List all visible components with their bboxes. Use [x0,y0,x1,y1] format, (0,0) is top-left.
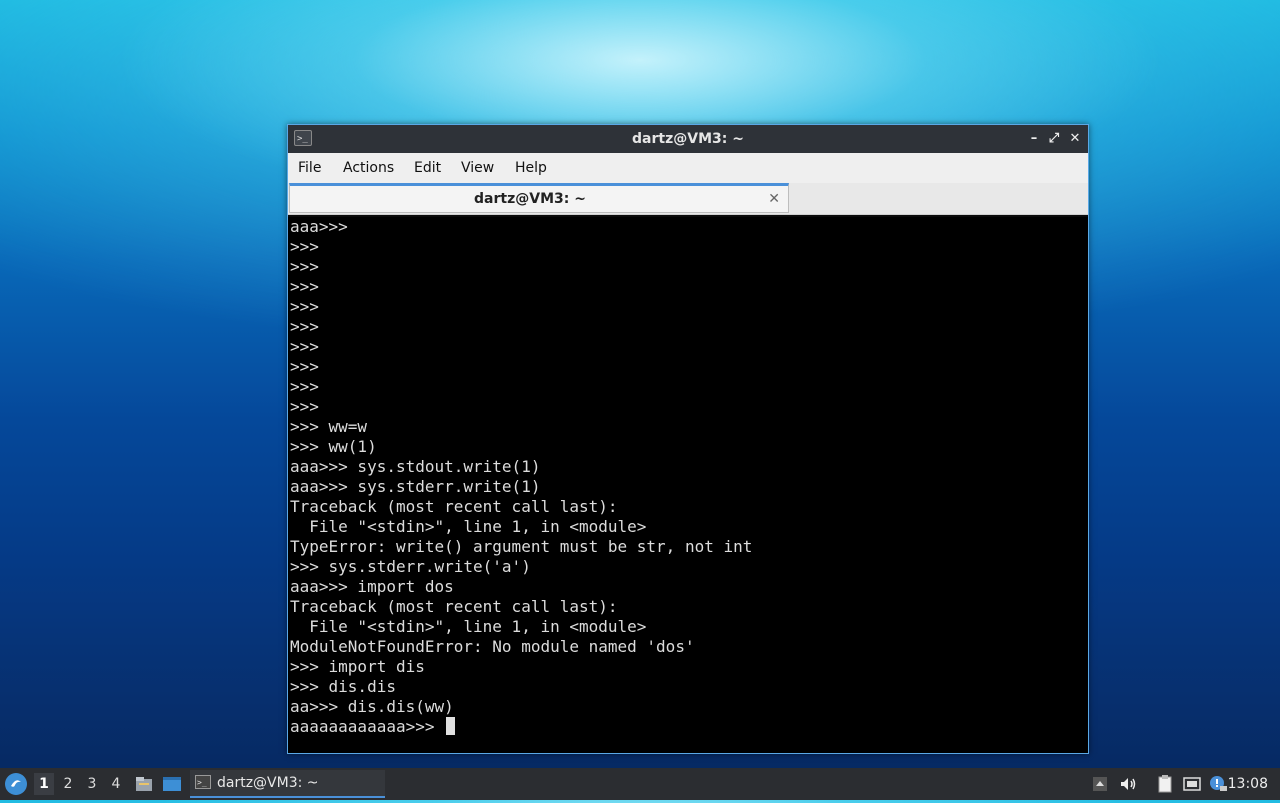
minimize-button[interactable]: – [1026,131,1042,147]
window-titlebar[interactable]: >_ dartz@VM3: ~ – ⤢ ✕ [288,125,1088,153]
terminal-line: aa>>> dis.dis(ww) [290,697,454,716]
terminal-prompt-line[interactable]: aaaaaaaaaaaa>>> [290,717,1088,737]
taskbar: 1 2 3 4 >_ dartz@VM3: ~ 13:08 [0,768,1280,800]
menu-help[interactable]: Help [515,153,547,183]
clock[interactable]: 13:08 [1228,768,1268,800]
menu-edit[interactable]: Edit [414,153,441,183]
terminal-line: >>> dis.dis [290,677,396,696]
prompt-text: aaaaaaaaaaaa>>> [290,717,445,736]
terminal-line: >>> [290,377,319,396]
terminal-line: >>> [290,257,319,276]
menu-actions[interactable]: Actions [343,153,394,183]
terminal-line: File "<stdin>", line 1, in <module> [290,517,647,536]
tab-terminal[interactable]: dartz@VM3: ~ ✕ [289,183,789,213]
tab-bar: dartz@VM3: ~ ✕ [288,183,1088,215]
start-menu-icon[interactable] [5,773,27,795]
menu-file[interactable]: File [298,153,321,183]
menu-view[interactable]: View [461,153,494,183]
show-desktop-icon[interactable] [162,774,182,794]
workspace-3[interactable]: 3 [82,773,102,795]
terminal-line: ModuleNotFoundError: No module named 'do… [290,637,695,656]
terminal-line: >>> [290,357,319,376]
terminal-line: >>> [290,237,319,256]
tray-expand-icon[interactable] [1090,774,1110,794]
clipboard-icon[interactable] [1155,774,1175,794]
close-button[interactable]: ✕ [1067,131,1083,147]
maximize-button[interactable]: ⤢ [1046,131,1062,147]
terminal-line: aaa>>> sys.stdout.write(1) [290,457,541,476]
terminal-line: aaa>>> [290,217,348,236]
terminal-window: >_ dartz@VM3: ~ – ⤢ ✕ File Actions Edit … [287,124,1089,754]
notification-icon[interactable] [1208,774,1228,794]
terminal-line: >>> [290,297,319,316]
terminal-line: >>> [290,397,319,416]
tab-label: dartz@VM3: ~ [474,191,586,207]
terminal-line: >>> ww(1) [290,437,377,456]
taskbar-terminal-task[interactable]: >_ dartz@VM3: ~ [190,770,385,798]
terminal-line: >>> ww=w [290,417,368,436]
terminal-output[interactable]: aaa>>> >>> >>> >>> >>> >>> >>> >>> >>> >… [288,217,1088,753]
tab-close-icon[interactable]: ✕ [768,186,780,213]
terminal-line: >>> [290,277,319,296]
terminal-line: >>> [290,317,319,336]
network-icon[interactable] [1182,774,1202,794]
text-cursor [446,717,456,735]
window-title: dartz@VM3: ~ [632,131,744,147]
terminal-line: Traceback (most recent call last): [290,597,618,616]
terminal-task-icon: >_ [195,775,211,789]
file-manager-icon[interactable] [134,774,154,794]
terminal-line: aaa>>> sys.stderr.write(1) [290,477,541,496]
menu-bar: File Actions Edit View Help [288,153,1088,183]
terminal-line: Traceback (most recent call last): [290,497,618,516]
task-label: dartz@VM3: ~ [217,775,319,791]
terminal-line: File "<stdin>", line 1, in <module> [290,617,647,636]
terminal-line: >>> sys.stderr.write('a') [290,557,531,576]
workspace-2[interactable]: 2 [58,773,78,795]
terminal-line: TypeError: write() argument must be str,… [290,537,753,556]
volume-icon[interactable] [1118,774,1138,794]
terminal-line: >>> [290,337,319,356]
terminal-line: aaa>>> import dos [290,577,454,596]
terminal-line: >>> import dis [290,657,425,676]
workspace-1[interactable]: 1 [34,773,54,795]
workspace-4[interactable]: 4 [106,773,126,795]
